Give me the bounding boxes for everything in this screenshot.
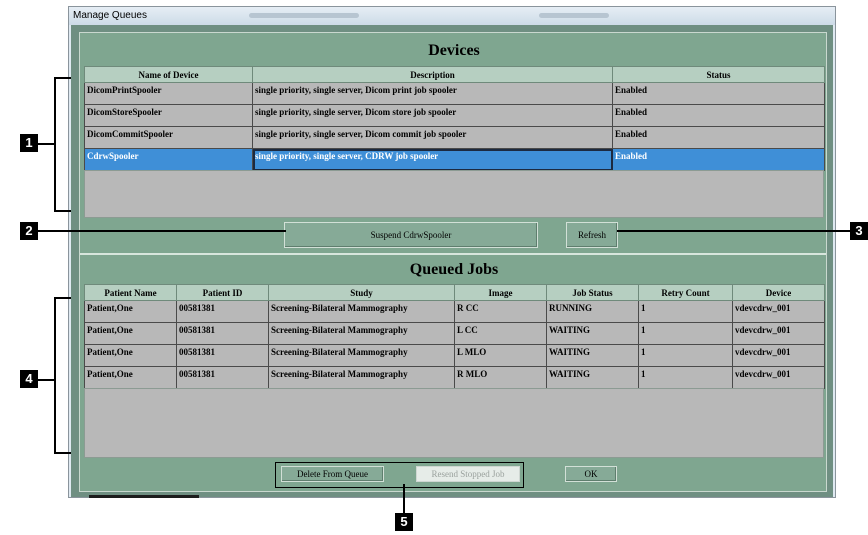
job-row[interactable]: Patient,One 00581381 Screening-Bilateral M… xyxy=(84,300,825,323)
title-bar: Manage Queues xyxy=(69,7,835,25)
job-cell[interactable]: 00581381 xyxy=(176,322,269,345)
job-cell[interactable]: Screening-Bilateral Mammography xyxy=(268,322,455,345)
jobs-table-empty-area xyxy=(84,388,824,458)
job-cell[interactable]: WAITING xyxy=(546,344,639,367)
window-body: Devices Name of Device Description Status … xyxy=(71,25,833,497)
callout-4-bracket-top xyxy=(54,297,71,299)
job-column-header[interactable]: Patient Name xyxy=(84,284,177,301)
job-cell[interactable]: vdevcdrw_001 xyxy=(732,322,825,345)
device-cell[interactable]: CdrwSpooler xyxy=(84,148,253,171)
callout-4-bracket-side xyxy=(54,297,56,454)
queued-jobs-table[interactable]: Patient Name Patient ID Study Image Job Stat… xyxy=(84,284,825,389)
job-cell[interactable]: R MLO xyxy=(454,366,547,389)
devices-table[interactable]: Name of Device Description Status DicomPri… xyxy=(84,66,825,171)
job-cell[interactable]: Patient,One xyxy=(84,300,177,323)
device-cell[interactable]: single priority, single server, CDRW job… xyxy=(252,148,613,171)
callout-3: 3 xyxy=(850,222,868,240)
device-cell[interactable]: single priority, single server, Dicom st… xyxy=(252,104,613,127)
job-cell[interactable]: 00581381 xyxy=(176,344,269,367)
device-row[interactable]: CdrwSpooler single priority, single serve… xyxy=(84,148,825,171)
job-column-header[interactable]: Study xyxy=(268,284,455,301)
callout-4-leader xyxy=(36,379,56,381)
job-cell[interactable]: Screening-Bilateral Mammography xyxy=(268,344,455,367)
job-row[interactable]: Patient,One 00581381 Screening-Bilateral M… xyxy=(84,366,825,389)
callout-5-leader xyxy=(403,484,405,513)
job-cell[interactable]: L MLO xyxy=(454,344,547,367)
device-cell[interactable]: Enabled xyxy=(612,82,825,105)
manual-figure: Manage Queues Devices Name of Device Desc… xyxy=(0,0,868,535)
job-row[interactable]: Patient,One 00581381 Screening-Bilateral M… xyxy=(84,344,825,367)
callout-1-leader xyxy=(36,143,56,145)
devices-table-empty-area xyxy=(84,170,824,218)
callout-4: 4 xyxy=(20,370,38,388)
queued-jobs-title: Queued Jobs xyxy=(409,261,499,278)
device-cell[interactable]: Enabled xyxy=(612,148,825,171)
job-cell[interactable]: 00581381 xyxy=(176,366,269,389)
callout-2: 2 xyxy=(20,222,38,240)
device-cell[interactable]: DicomCommitSpooler xyxy=(84,126,253,149)
job-cell[interactable]: vdevcdrw_001 xyxy=(732,344,825,367)
job-cell[interactable]: Screening-Bilateral Mammography xyxy=(268,300,455,323)
job-cell[interactable]: vdevcdrw_001 xyxy=(732,366,825,389)
device-column-header[interactable]: Name of Device xyxy=(84,66,253,83)
section-divider xyxy=(80,253,826,255)
manage-queues-window: Manage Queues Devices Name of Device Desc… xyxy=(68,6,836,498)
job-cell[interactable]: vdevcdrw_001 xyxy=(732,300,825,323)
callout-4-bracket-bottom xyxy=(54,452,71,454)
device-row[interactable]: DicomStoreSpooler single priority, single… xyxy=(84,104,825,127)
job-cell[interactable]: Patient,One xyxy=(84,322,177,345)
device-cell[interactable]: single priority, single server, Dicom pr… xyxy=(252,82,613,105)
device-cell[interactable]: Enabled xyxy=(612,126,825,149)
callout-1: 1 xyxy=(20,134,38,152)
job-cell[interactable]: Patient,One xyxy=(84,344,177,367)
callout-5: 5 xyxy=(395,513,413,531)
taskbar-fragment xyxy=(89,495,199,498)
job-cell[interactable]: 1 xyxy=(638,300,733,323)
job-column-header[interactable]: Patient ID xyxy=(176,284,269,301)
device-cell[interactable]: DicomPrintSpooler xyxy=(84,82,253,105)
device-column-header[interactable]: Status xyxy=(612,66,825,83)
device-cell[interactable]: Enabled xyxy=(612,104,825,127)
suspend-device-button[interactable]: Suspend CdrwSpooler xyxy=(284,222,538,248)
callout-2-leader xyxy=(36,230,286,232)
job-cell[interactable]: Patient,One xyxy=(84,366,177,389)
job-cell[interactable]: WAITING xyxy=(546,322,639,345)
ok-button[interactable]: OK xyxy=(565,466,617,482)
main-panel: Devices Name of Device Description Status … xyxy=(79,32,827,492)
job-cell[interactable]: 1 xyxy=(638,344,733,367)
device-column-header[interactable]: Description xyxy=(252,66,613,83)
device-cell[interactable]: DicomStoreSpooler xyxy=(84,104,253,127)
callout-1-bracket-top xyxy=(54,77,71,79)
job-column-header[interactable]: Image xyxy=(454,284,547,301)
job-row[interactable]: Patient,One 00581381 Screening-Bilateral M… xyxy=(84,322,825,345)
device-cell[interactable]: single priority, single server, Dicom co… xyxy=(252,126,613,149)
title-bar-blur xyxy=(539,13,609,18)
job-cell[interactable]: 00581381 xyxy=(176,300,269,323)
devices-title: Devices xyxy=(428,42,480,59)
job-column-header[interactable]: Retry Count xyxy=(638,284,733,301)
job-cell[interactable]: RUNNING xyxy=(546,300,639,323)
resend-stopped-job-button[interactable]: Resend Stopped Job xyxy=(416,466,520,482)
job-column-header[interactable]: Device xyxy=(732,284,825,301)
refresh-button[interactable]: Refresh xyxy=(566,222,618,248)
device-row[interactable]: DicomCommitSpooler single priority, singl… xyxy=(84,126,825,149)
callout-3-leader xyxy=(617,230,851,232)
job-cell[interactable]: R CC xyxy=(454,300,547,323)
callout-1-bracket-bottom xyxy=(54,210,71,212)
delete-from-queue-button[interactable]: Delete From Queue xyxy=(281,466,384,482)
job-cell[interactable]: 1 xyxy=(638,322,733,345)
job-cell[interactable]: 1 xyxy=(638,366,733,389)
device-row[interactable]: DicomPrintSpooler single priority, single… xyxy=(84,82,825,105)
job-cell[interactable]: L CC xyxy=(454,322,547,345)
job-cell[interactable]: WAITING xyxy=(546,366,639,389)
job-cell[interactable]: Screening-Bilateral Mammography xyxy=(268,366,455,389)
title-bar-blur xyxy=(249,13,359,18)
job-column-header[interactable]: Job Status xyxy=(546,284,639,301)
window-title: Manage Queues xyxy=(73,10,147,21)
